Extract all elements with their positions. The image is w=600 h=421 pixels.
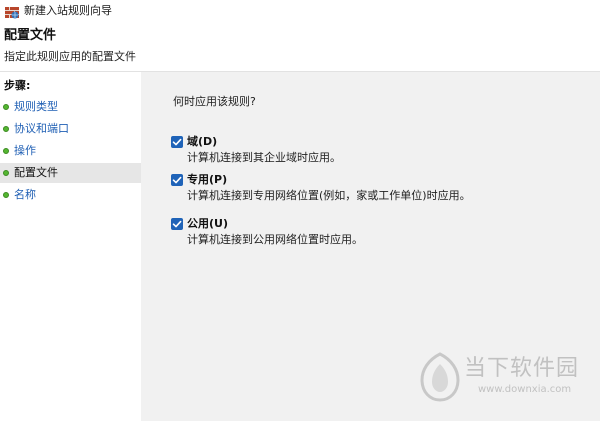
private-checkbox[interactable] [171, 174, 183, 186]
option-public: 公用(U) 计算机连接到公用网络位置时应用。 [171, 217, 591, 249]
option-domain: 域(D) 计算机连接到其企业域时应用。 [171, 135, 591, 167]
page-header: 配置文件 指定此规则应用的配置文件 [0, 22, 600, 72]
step-label: 规则类型 [14, 100, 58, 113]
step-item-name[interactable]: 名称 [0, 185, 141, 205]
step-bullet-icon [3, 104, 9, 110]
check-icon [172, 138, 182, 146]
step-bullet-icon [3, 170, 9, 176]
step-label: 操作 [14, 144, 36, 157]
step-item-protocol-ports[interactable]: 协议和端口 [0, 119, 141, 139]
question-label: 何时应用该规则? [173, 95, 256, 108]
public-description: 计算机连接到公用网络位置时应用。 [187, 233, 363, 246]
steps-pane: 步骤: 规则类型 协议和端口 操作 配置文件 名称 [0, 72, 141, 421]
step-item-action[interactable]: 操作 [0, 141, 141, 161]
step-label: 协议和端口 [14, 122, 69, 135]
firewall-icon [5, 4, 19, 19]
wizard-window: 新建入站规则向导 配置文件 指定此规则应用的配置文件 步骤: 规则类型 协议和端… [0, 0, 600, 421]
step-bullet-icon [3, 148, 9, 154]
step-bullet-icon [3, 126, 9, 132]
private-label[interactable]: 专用(P) [187, 173, 227, 187]
watermark-name: 当下软件园 [464, 356, 580, 381]
check-icon [172, 176, 182, 184]
check-icon [172, 220, 182, 228]
watermark: 当下软件园 www.downxia.com [418, 350, 593, 410]
step-label: 配置文件 [14, 166, 58, 179]
step-item-rule-type[interactable]: 规则类型 [0, 97, 141, 117]
domain-checkbox[interactable] [171, 136, 183, 148]
step-item-profile[interactable]: 配置文件 [0, 163, 141, 183]
private-description: 计算机连接到专用网络位置(例如，家或工作单位)时应用。 [187, 189, 471, 202]
page-title: 配置文件 [4, 28, 57, 43]
watermark-url: www.downxia.com [478, 384, 572, 395]
option-private: 专用(P) 计算机连接到专用网络位置(例如，家或工作单位)时应用。 [171, 173, 591, 205]
page-subtitle: 指定此规则应用的配置文件 [4, 50, 136, 63]
steps-heading: 步骤: [4, 79, 31, 92]
domain-label[interactable]: 域(D) [187, 135, 217, 149]
domain-description: 计算机连接到其企业域时应用。 [187, 151, 341, 164]
window-title: 新建入站规则向导 [24, 4, 112, 17]
watermark-logo-icon [418, 352, 462, 402]
public-label[interactable]: 公用(U) [187, 217, 228, 231]
step-label: 名称 [14, 188, 36, 201]
title-bar: 新建入站规则向导 [0, 0, 600, 22]
public-checkbox[interactable] [171, 218, 183, 230]
step-bullet-icon [3, 192, 9, 198]
